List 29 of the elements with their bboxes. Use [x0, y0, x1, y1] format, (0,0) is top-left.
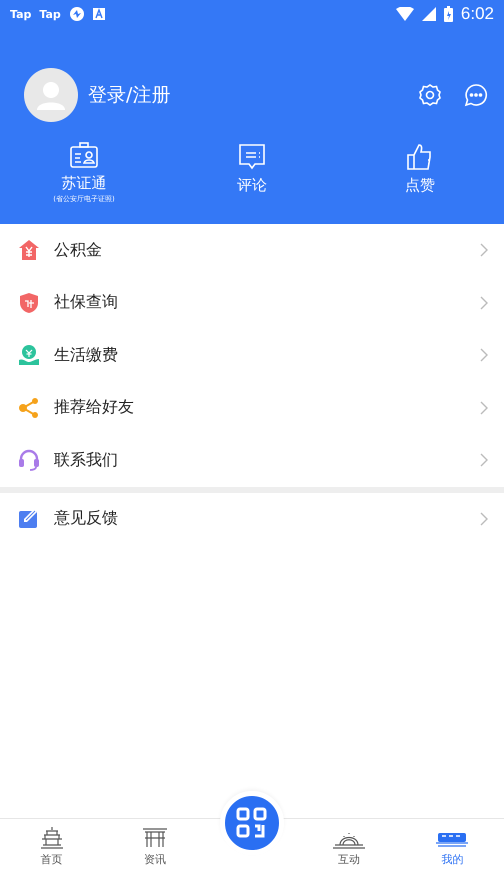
quick-action[interactable]: 评论: [168, 142, 336, 204]
chevron-right-icon: [480, 400, 488, 415]
avatar[interactable]: [24, 68, 78, 122]
comment-icon: [237, 142, 267, 172]
menu-label: 公积金: [54, 240, 103, 261]
app-notification-label: Tap: [39, 8, 61, 20]
signal-icon: [422, 7, 436, 21]
nav-tab[interactable]: 互动: [298, 819, 401, 879]
battery-icon: [444, 6, 453, 22]
menu-label: 社保查询: [54, 292, 119, 314]
menu-label: 生活缴费: [54, 344, 119, 366]
menu-label: 推荐给好友: [54, 397, 135, 418]
chevron-right-icon: [480, 348, 488, 362]
id-card-icon: [69, 142, 99, 170]
clock-time: 6:02: [460, 4, 494, 24]
nav-tab[interactable]: 资讯: [103, 819, 206, 879]
menu-label: 联系我们: [54, 450, 119, 471]
app-notification-label: Tap: [10, 8, 32, 20]
menu-label: 意见反馈: [54, 508, 119, 530]
quick-action[interactable]: 点赞: [336, 142, 504, 204]
chevron-right-icon: [480, 453, 488, 468]
chevron-right-icon: [480, 296, 488, 310]
chevron-right-icon: [480, 512, 488, 526]
chevron-right-icon: [480, 243, 488, 258]
nav-tab[interactable]: 我的: [400, 819, 504, 879]
nav-tab[interactable]: 首页: [0, 819, 104, 879]
wifi-icon: [396, 7, 414, 21]
login-link[interactable]: 登录/注册: [88, 82, 396, 108]
qr-code-icon: [235, 806, 269, 840]
